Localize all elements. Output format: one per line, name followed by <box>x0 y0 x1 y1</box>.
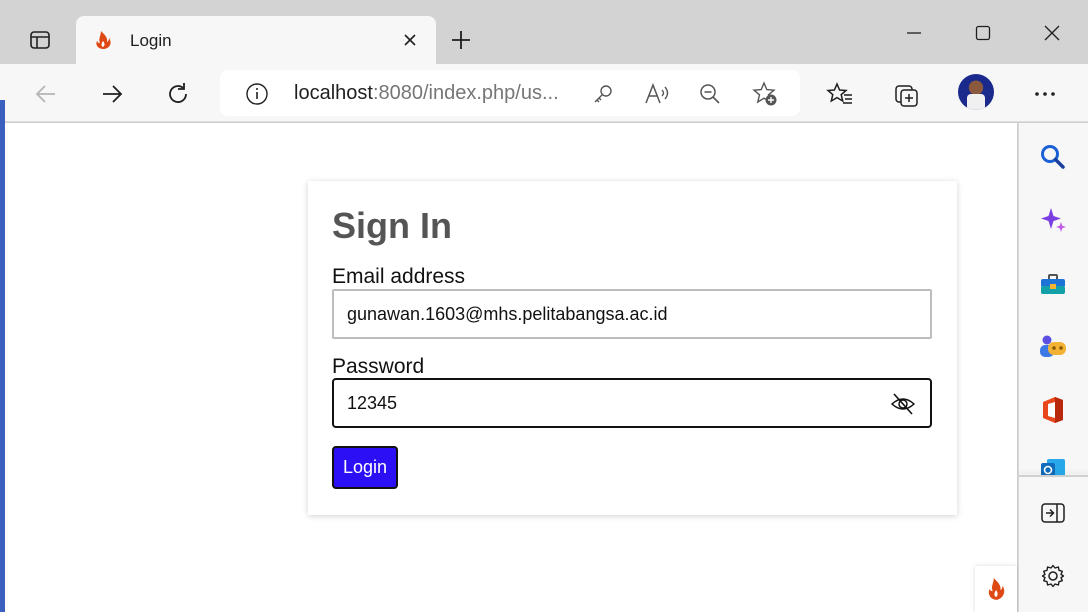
minimize-icon <box>907 32 921 34</box>
add-favorite-button[interactable] <box>752 81 778 107</box>
settings-and-more-button[interactable] <box>1027 76 1063 112</box>
favorites-button[interactable] <box>822 76 858 112</box>
zoom-out-button[interactable] <box>697 81 723 107</box>
collections-icon <box>895 85 918 107</box>
zoom-out-icon <box>700 84 720 104</box>
new-tab-button[interactable] <box>446 26 476 54</box>
open-pane-icon <box>1041 503 1065 523</box>
outlook-icon <box>1041 459 1065 475</box>
password-key-button[interactable] <box>590 81 616 107</box>
sidebar-outlook[interactable] <box>1036 455 1070 475</box>
back-button[interactable] <box>28 76 64 112</box>
sidebar-copilot[interactable] <box>1036 203 1070 237</box>
sidebar-office[interactable] <box>1036 393 1070 427</box>
url-text[interactable]: localhost:8080/index.php/us... <box>294 82 559 105</box>
refresh-icon <box>169 83 187 103</box>
info-icon <box>246 83 268 105</box>
back-arrow-icon <box>35 85 55 103</box>
login-button[interactable]: Login <box>332 446 398 489</box>
favorites-icon <box>826 82 852 104</box>
sidebar-divider <box>1019 475 1088 477</box>
codeigniter-logo-icon <box>988 578 1005 600</box>
page-title: Sign In <box>332 205 452 246</box>
read-aloud-icon <box>645 82 669 104</box>
star-add-icon <box>752 81 777 106</box>
password-label: Password <box>332 355 425 378</box>
key-icon <box>594 85 612 103</box>
maximize-icon <box>975 25 991 41</box>
collections-button[interactable] <box>889 76 925 112</box>
forward-arrow-icon <box>103 85 123 103</box>
maximize-button[interactable] <box>963 16 1003 50</box>
site-info-button[interactable] <box>244 81 270 107</box>
sidebar-games[interactable] <box>1036 330 1070 364</box>
sidebar-search[interactable] <box>1036 140 1070 174</box>
debug-toolbar-toggle[interactable] <box>975 566 1017 612</box>
sidebar-settings[interactable] <box>1036 559 1070 593</box>
close-window-button[interactable] <box>1032 16 1072 50</box>
email-value: gunawan.1603@mhs.pelitabangsa.ac.id <box>347 304 668 324</box>
email-field[interactable]: gunawan.1603@mhs.pelitabangsa.ac.id <box>332 289 932 339</box>
codeigniter-favicon-icon <box>96 31 111 49</box>
refresh-button[interactable] <box>160 76 196 112</box>
read-aloud-button[interactable] <box>644 81 670 107</box>
login-card: Sign In Email address gunawan.1603@mhs.p… <box>308 181 957 515</box>
close-window-icon <box>1044 25 1060 41</box>
settings-icon <box>1041 564 1065 588</box>
url-path: :8080/index.php/us... <box>372 82 559 104</box>
password-value: 12345 <box>347 393 398 413</box>
active-tab[interactable]: Login <box>76 16 436 64</box>
sidebar-tools[interactable] <box>1036 267 1070 301</box>
forward-button[interactable] <box>94 76 130 112</box>
search-icon <box>1041 145 1065 169</box>
browser-toolbar: localhost:8080/index.php/us... <box>0 64 1088 122</box>
copilot-icon <box>1041 208 1066 232</box>
tab-actions-button[interactable] <box>18 20 62 60</box>
sidebar-open-pane[interactable] <box>1036 496 1070 530</box>
edge-sidebar <box>1018 123 1088 612</box>
tab-close-button[interactable] <box>398 28 422 52</box>
address-bar[interactable]: localhost:8080/index.php/us... <box>220 70 800 116</box>
minimize-button[interactable] <box>894 16 934 50</box>
email-label: Email address <box>332 265 466 288</box>
plus-icon <box>452 31 470 49</box>
office-icon <box>1043 397 1063 423</box>
profile-avatar[interactable] <box>958 74 994 110</box>
password-field[interactable]: 12345 <box>332 378 932 428</box>
tab-actions-icon <box>30 31 50 49</box>
tools-icon <box>1041 274 1065 294</box>
close-icon <box>404 34 416 46</box>
page-content: Sign In Email address gunawan.1603@mhs.p… <box>5 123 1017 612</box>
games-icon <box>1040 335 1066 357</box>
tab-strip: Login <box>0 0 1088 64</box>
url-host: localhost <box>294 82 373 104</box>
hide-password-icon[interactable] <box>890 391 916 417</box>
tab-title: Login <box>130 31 172 50</box>
more-icon <box>1035 92 1055 96</box>
